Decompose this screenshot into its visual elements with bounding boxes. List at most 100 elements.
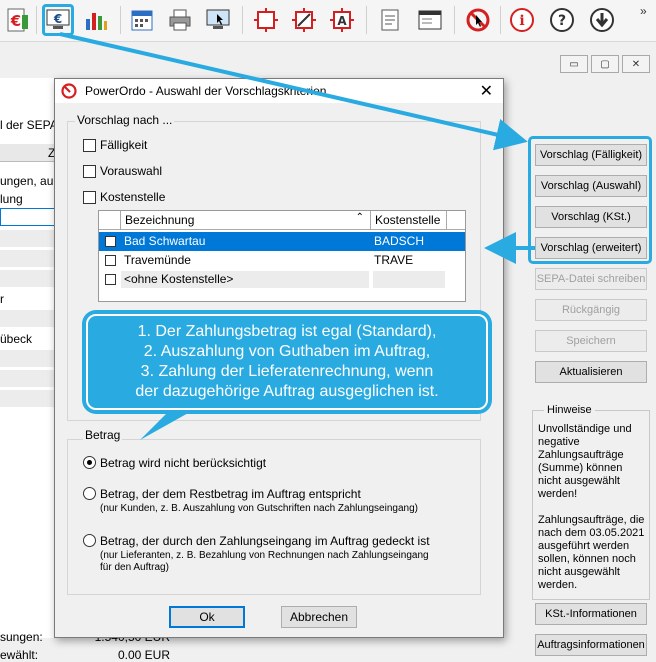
faelligkeit-checkbox[interactable]: Fälligkeit <box>83 138 147 152</box>
left-header: Z <box>0 144 58 162</box>
table-row[interactable] <box>0 250 58 268</box>
row-checkbox[interactable] <box>105 236 116 247</box>
download-icon[interactable] <box>586 4 618 36</box>
row-bezeichnung: <ohne Kostenstelle> <box>124 272 234 286</box>
row-checkbox[interactable] <box>105 255 116 266</box>
help-icon[interactable]: ? <box>546 4 578 36</box>
euro-doc-icon[interactable]: € <box>2 4 34 36</box>
table-row[interactable] <box>0 310 58 328</box>
hinweise-box: Unvollständige und negative Zahlungsauft… <box>532 410 650 600</box>
auftragsinformationen-button[interactable]: Auftragsinformationen <box>535 634 647 656</box>
vorauswahl-label: Vorauswahl <box>100 164 163 178</box>
grid-header-check <box>99 211 121 230</box>
grid-row[interactable]: Bad Schwartau BADSCH <box>99 232 465 251</box>
speichern-button[interactable]: Speichern <box>535 330 647 352</box>
printer-icon[interactable] <box>164 4 196 36</box>
radio-betrag-restbetrag-hint: (nur Kunden, z. B. Auszahlung von Gutsch… <box>100 503 418 514</box>
radio-betrag-zahlungseingang-label: Betrag, der durch den Zahlungseingang im… <box>100 534 430 548</box>
svg-text:€: € <box>53 12 62 26</box>
cancel-button[interactable]: Abbrechen <box>281 606 357 628</box>
radio-betrag-zahlungseingang-hint-2: für den Auftrag) <box>100 562 169 573</box>
radio-dot[interactable] <box>83 456 96 469</box>
betrag-group-title: Betrag <box>83 428 123 442</box>
kostenstelle-checkbox[interactable]: Kostenstelle <box>83 190 165 204</box>
callout-line-3: 3. Zahlung der Lieferatenrechnung, wenn <box>140 363 434 380</box>
radio-betrag-zahlungseingang-hint: (nur Lieferanten, z. B. Bezahlung von Re… <box>100 550 429 561</box>
callout-line-1: 1. Der Zahlungsbetrag ist egal (Standard… <box>137 323 437 340</box>
bar-chart-icon[interactable] <box>80 4 112 36</box>
minimize-button[interactable]: ▭ <box>560 55 588 73</box>
kst-informationen-button[interactable]: KSt.-Informationen <box>535 603 647 625</box>
vorauswahl-checkbox[interactable]: Vorauswahl <box>83 164 162 178</box>
red-text-target-icon[interactable]: A <box>326 4 358 36</box>
svg-text:A: A <box>337 14 347 28</box>
dialog-close-icon[interactable]: ✕ <box>480 81 493 101</box>
rueckgaengig-button[interactable]: Rückgängig <box>535 299 647 321</box>
grid-header-kostenstelle[interactable]: Kostenstelle <box>371 211 447 230</box>
table-row[interactable] <box>0 230 58 248</box>
notepad-icon[interactable] <box>374 4 406 36</box>
row-bezeichnung: Travemünde <box>124 253 191 267</box>
row-checkbox[interactable] <box>105 274 116 285</box>
hinweis-text-2: Zahlungsaufträge, die nach dem 03.05.202… <box>538 514 645 591</box>
vorschlag-group-title: Vorschlag nach ... <box>75 113 175 127</box>
toolbar-separator <box>500 6 501 34</box>
toolbar-separator <box>366 6 367 34</box>
table-row[interactable] <box>0 390 58 408</box>
powerordo-logo-icon <box>61 83 77 99</box>
kostenstelle-grid: Bezeichnung ⌃ Kostenstelle Bad Schwartau… <box>98 210 466 302</box>
vorschlag-auswahl-button[interactable]: Vorschlag (Auswahl) <box>535 175 647 197</box>
monitor-pointer-icon[interactable] <box>202 4 234 36</box>
radio-dot[interactable] <box>83 487 96 500</box>
row-kostenstelle: TRAVE <box>374 253 414 267</box>
callout-line-2: 2. Auszahlung von Guthaben im Auftrag, <box>143 343 431 360</box>
svg-text:€: € <box>10 12 21 30</box>
radio-dot[interactable] <box>83 534 96 547</box>
faelligkeit-label: Fälligkeit <box>100 138 148 152</box>
vorschlag-faelligkeit-button[interactable]: Vorschlag (Fälligkeit) <box>535 144 647 166</box>
app-menu-strip <box>0 48 656 78</box>
checkbox-box[interactable] <box>83 164 96 178</box>
toolbar-overflow-icon[interactable]: » <box>640 4 647 18</box>
radio-betrag-ignore-label: Betrag wird nicht berücksichtigt <box>100 456 267 470</box>
left-list-panel: l der SEPA- Z ungen, au lung r übeck <box>0 78 62 638</box>
radio-betrag-restbetrag-label: Betrag, der dem Restbetrag im Auftrag en… <box>100 487 361 501</box>
grid-header: Bezeichnung ⌃ Kostenstelle <box>99 211 465 230</box>
grid-row[interactable]: Travemünde TRAVE <box>99 251 465 270</box>
toolbar-separator <box>242 6 243 34</box>
aktualisieren-button[interactable]: Aktualisieren <box>535 361 647 383</box>
left-text-lung: lung <box>0 192 23 206</box>
toolbar-separator <box>36 6 37 34</box>
table-row[interactable] <box>0 370 58 388</box>
svg-text:i: i <box>519 13 524 29</box>
red-pencil-target-icon[interactable] <box>288 4 320 36</box>
row-kostenstelle: BADSCH <box>374 234 425 248</box>
left-selected-row[interactable] <box>0 208 58 226</box>
window-icon[interactable] <box>414 4 446 36</box>
checkbox-box[interactable] <box>83 190 96 204</box>
callout-content: 1. Der Zahlungsbetrag ist egal (Standard… <box>86 314 488 410</box>
ok-button[interactable]: Ok <box>169 606 245 628</box>
grid-row[interactable]: <ohne Kostenstelle> <box>99 270 465 289</box>
dialog-title: PowerOrdo - Auswahl der Vorschlagskriter… <box>85 84 327 98</box>
toolbar: € € A i ? » <box>0 0 656 42</box>
grid-header-bezeichnung[interactable]: Bezeichnung ⌃ <box>121 211 371 230</box>
table-row[interactable] <box>0 350 58 368</box>
no-click-icon[interactable] <box>462 4 494 36</box>
left-text-ungen: ungen, au <box>0 174 54 188</box>
cell-background <box>373 271 445 288</box>
calendar-icon[interactable] <box>126 4 158 36</box>
info-icon[interactable]: i <box>506 4 538 36</box>
close-app-button[interactable]: ✕ <box>622 55 650 73</box>
sepa-datei-button[interactable]: SEPA-Datei schreiben <box>535 268 647 290</box>
vorschlag-erweitert-button[interactable]: Vorschlag (erweitert) <box>535 237 647 259</box>
left-text-luebeck: übeck <box>0 332 33 346</box>
checkbox-box[interactable] <box>83 138 96 152</box>
euro-monitor-icon[interactable]: € <box>42 4 74 36</box>
maximize-button[interactable]: ▢ <box>591 55 619 73</box>
red-target-icon[interactable] <box>250 4 282 36</box>
hinweis-text-1: Unvollständige und negative Zahlungsauft… <box>538 423 632 500</box>
sort-arrow-icon: ⌃ <box>355 212 364 223</box>
vorschlag-kst-button[interactable]: Vorschlag (KSt.) <box>535 206 647 228</box>
table-row[interactable] <box>0 270 58 288</box>
